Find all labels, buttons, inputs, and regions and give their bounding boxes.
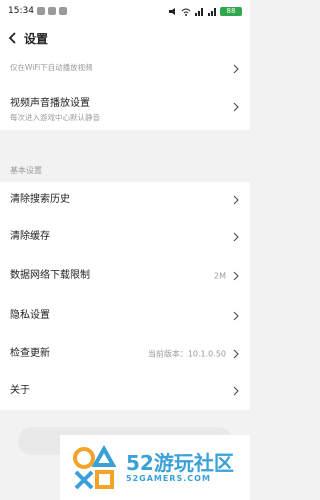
signal-icon-2 [208, 7, 216, 16]
chevron-right-icon [233, 311, 239, 321]
mute-icon [169, 7, 175, 15]
clear-history-label: 清除搜索历史 [10, 194, 70, 205]
data-limit-value: 2M [214, 271, 226, 281]
chevron-right-icon [233, 349, 239, 359]
chevron-right-icon [233, 195, 239, 205]
settings-item-check-update[interactable]: 检查更新 当前版本：10.1.0.50 [0, 336, 250, 372]
notification-icon-2 [47, 7, 56, 15]
video-sound-subtitle: 每次进入游戏中心默认静音 [10, 113, 100, 122]
watermark-title: 52游玩社区 [126, 451, 234, 475]
signal-icon [195, 7, 203, 16]
chevron-right-icon [233, 102, 239, 112]
data-limit-label: 数据网络下载限制 [10, 270, 90, 281]
top-bar: 设置 [0, 22, 250, 54]
settings-item-data-limit[interactable]: 数据网络下载限制 2M [0, 256, 250, 296]
battery-icon: 88 [220, 6, 242, 16]
status-left: 15:34 [8, 6, 67, 16]
watermark-logo: 52游玩社区 52GAMERS.COM [60, 435, 250, 500]
chevron-right-icon [233, 271, 239, 281]
chevron-right-icon [233, 232, 239, 242]
page-title: 设置 [24, 31, 49, 46]
status-right: 88 [168, 6, 242, 16]
settings-item-autoplay[interactable]: 仅在WiFi下自动播放视频 [0, 54, 250, 84]
clear-cache-label: 清除缓存 [10, 231, 50, 242]
settings-item-clear-history[interactable]: 清除搜索历史 [0, 182, 250, 218]
video-sound-title: 视频声音播放设置 [10, 98, 90, 109]
status-time: 15:34 [8, 6, 34, 16]
settings-item-video-sound[interactable]: 视频声音播放设置 每次进入游戏中心默认静音 [0, 84, 250, 130]
gamepad-logo-icon [73, 444, 117, 489]
current-version-value: 当前版本：10.1.0.50 [147, 349, 226, 359]
back-arrow-icon[interactable] [2, 22, 24, 54]
privacy-label: 隐私设置 [10, 310, 50, 321]
notification-icon [36, 7, 45, 15]
watermark-text: 52游玩社区 52GAMERS.COM [126, 452, 234, 483]
about-label: 关于 [10, 385, 30, 396]
watermark-subtitle: 52GAMERS.COM [126, 474, 211, 483]
settings-item-privacy[interactable]: 隐私设置 [0, 296, 250, 336]
status-bar: 15:34 88 [0, 0, 250, 22]
settings-item-clear-cache[interactable]: 清除缓存 [0, 218, 250, 256]
chevron-right-icon [233, 64, 239, 74]
settings-item-about[interactable]: 关于 [0, 372, 250, 410]
wifi-icon [181, 8, 191, 16]
notification-icon-3 [58, 7, 67, 15]
autoplay-subtitle: 仅在WiFi下自动播放视频 [10, 63, 93, 72]
section-label-basic: 基本设置 [10, 166, 42, 175]
chevron-right-icon [233, 386, 239, 396]
